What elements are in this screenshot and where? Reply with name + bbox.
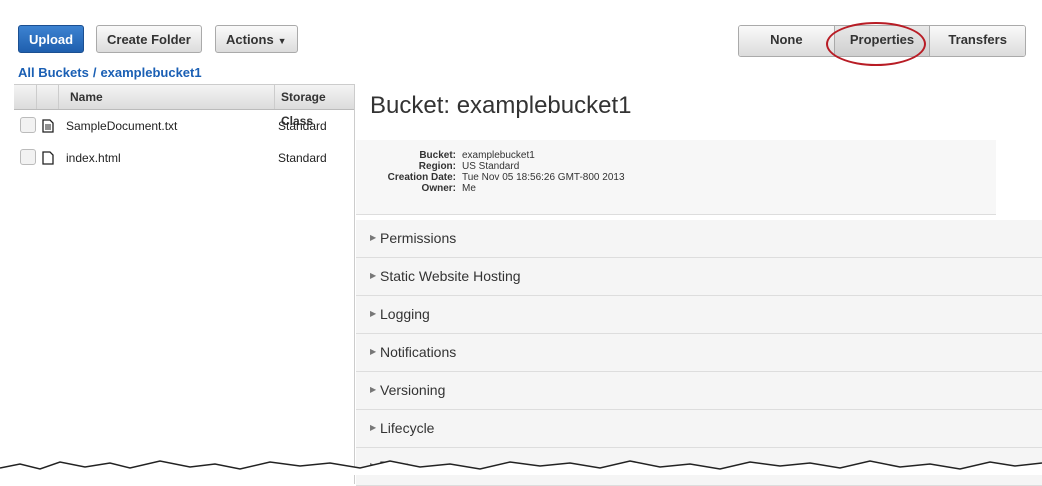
- expand-arrow-icon: ▶: [370, 309, 377, 318]
- create-folder-button[interactable]: Create Folder: [96, 25, 202, 53]
- storage-class-column-header[interactable]: Storage Class: [274, 85, 354, 128]
- breadcrumb-separator: /: [92, 65, 97, 80]
- file-icon: [42, 151, 54, 168]
- expand-arrow-icon: ▶: [370, 423, 377, 432]
- bucket-details: Bucket: examplebucket1 Region: US Standa…: [356, 140, 996, 215]
- table-row[interactable]: index.html Standard: [14, 142, 354, 174]
- section-versioning[interactable]: ▶ Versioning: [356, 372, 1042, 410]
- region-label: Region:: [418, 161, 456, 172]
- expand-arrow-icon: ▶: [370, 347, 377, 356]
- property-sections: ▶ Permissions ▶ Static Website Hosting ▶…: [356, 220, 1042, 486]
- icon-column-header: [36, 85, 59, 109]
- page-title: Bucket: examplebucket1: [370, 92, 632, 119]
- breadcrumb-current-bucket[interactable]: examplebucket1: [100, 65, 201, 80]
- expand-arrow-icon: ▶: [370, 385, 377, 394]
- view-toggle: None Properties Transfers: [738, 25, 1026, 57]
- creation-date-label: Creation Date:: [387, 172, 456, 183]
- section-title: Lifecycle: [380, 420, 435, 436]
- select-column-header[interactable]: [14, 85, 37, 109]
- name-column-header[interactable]: Name: [70, 90, 103, 104]
- bucket-label: Bucket:: [419, 150, 456, 161]
- actions-dropdown-button[interactable]: Actions ▼: [215, 25, 298, 53]
- section-title: Versioning: [380, 382, 446, 398]
- section-permissions[interactable]: ▶ Permissions: [356, 220, 1042, 258]
- section-static-website-hosting[interactable]: ▶ Static Website Hosting: [356, 258, 1042, 296]
- expand-arrow-icon: ▶: [370, 233, 377, 242]
- expand-arrow-icon: ▶: [370, 271, 377, 280]
- file-storage-class: Standard: [278, 119, 327, 133]
- bucket-value: examplebucket1: [462, 150, 535, 161]
- breadcrumb-all-buckets[interactable]: All Buckets: [18, 65, 89, 80]
- torn-edge-decoration: [0, 460, 1042, 475]
- tab-transfers[interactable]: Transfers: [930, 26, 1025, 56]
- section-title: Permissions: [380, 230, 457, 246]
- section-notifications[interactable]: ▶ Notifications: [356, 334, 1042, 372]
- section-title: Logging: [380, 306, 430, 322]
- text-file-icon: [42, 119, 54, 136]
- owner-label: Owner:: [421, 183, 456, 194]
- tab-none[interactable]: None: [739, 26, 835, 56]
- region-value: US Standard: [462, 161, 520, 172]
- creation-date-value: Tue Nov 05 18:56:26 GMT-800 2013: [462, 172, 625, 183]
- upload-button[interactable]: Upload: [18, 25, 85, 53]
- table-row[interactable]: SampleDocument.txt Standard: [14, 110, 354, 142]
- tab-properties[interactable]: Properties: [834, 26, 931, 56]
- file-table-header: Name Storage Class: [14, 84, 354, 128]
- file-list-pane: Name Storage Class SampleDocument.txt St…: [14, 84, 361, 484]
- file-name[interactable]: SampleDocument.txt: [66, 119, 177, 133]
- actions-label: Actions: [226, 32, 274, 47]
- toolbar: Upload Create Folder Actions ▼ None Prope…: [0, 0, 1042, 60]
- section-title: Static Website Hosting: [380, 268, 521, 284]
- properties-pane: Bucket: examplebucket1 Bucket: examplebu…: [356, 84, 1042, 486]
- file-storage-class: Standard: [278, 151, 327, 165]
- chevron-down-icon: ▼: [277, 36, 287, 46]
- file-name[interactable]: index.html: [66, 151, 121, 165]
- row-checkbox[interactable]: [20, 117, 36, 133]
- breadcrumb: All Buckets / examplebucket1: [18, 65, 202, 80]
- owner-value: Me: [462, 183, 476, 194]
- section-logging[interactable]: ▶ Logging: [356, 296, 1042, 334]
- section-title: Notifications: [380, 344, 457, 360]
- section-lifecycle[interactable]: ▶ Lifecycle: [356, 410, 1042, 448]
- row-checkbox[interactable]: [20, 149, 36, 165]
